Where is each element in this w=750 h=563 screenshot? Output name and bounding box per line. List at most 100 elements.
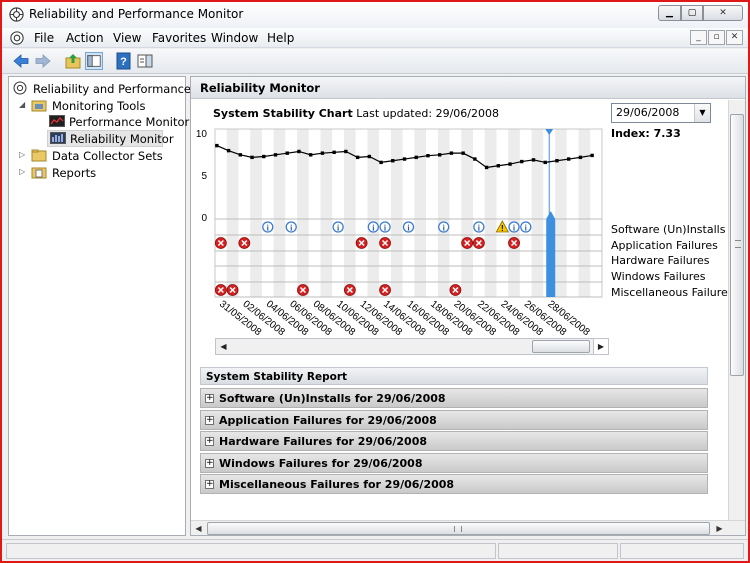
tree-label: Reliability and Performance — [33, 82, 192, 96]
expand-plus-icon[interactable]: + — [205, 480, 214, 489]
perfmon-menu-icon[interactable] — [10, 31, 24, 45]
day-column — [508, 129, 520, 297]
menu-window[interactable]: Window — [211, 31, 258, 45]
expand-plus-icon[interactable]: + — [205, 437, 214, 446]
report-row-label: Miscellaneous Failures for 29/06/2008 — [219, 478, 455, 491]
mdi-minimize-button[interactable]: _ — [690, 30, 707, 45]
day-column — [402, 129, 415, 297]
stability-point — [496, 164, 501, 168]
show-hide-tree-icon[interactable] — [85, 52, 103, 70]
back-arrow-icon[interactable] — [12, 52, 30, 70]
forward-arrow-icon[interactable] — [34, 52, 52, 70]
title-bar: Reliability and Performance Monitor ▁ ▢ … — [2, 2, 748, 28]
tree-item-monitoring-tools[interactable]: ◢ Monitoring Tools — [19, 98, 183, 114]
report-row-misc-failures[interactable]: + Miscellaneous Failures for 29/06/2008 — [200, 474, 708, 494]
menu-file[interactable]: File — [34, 31, 54, 45]
scroll-right-arrow-icon[interactable]: ▶ — [593, 339, 608, 354]
stability-point — [285, 151, 289, 155]
stability-report-header: System Stability Report — [200, 367, 708, 385]
scroll-left-arrow-icon[interactable]: ◀ — [216, 339, 231, 354]
status-section — [6, 543, 496, 559]
menu-favorites[interactable]: Favorites — [152, 31, 206, 45]
menu-bar: File Action View Favorites Window Help _… — [2, 28, 748, 48]
expand-plus-icon[interactable]: + — [205, 459, 214, 468]
report-row-application-failures[interactable]: + Application Failures for 29/06/2008 — [200, 410, 708, 430]
minimize-button[interactable]: ▁ — [658, 5, 681, 21]
help-icon[interactable]: ? — [115, 52, 133, 70]
stability-point — [297, 149, 301, 154]
menu-view[interactable]: View — [113, 31, 141, 45]
scroll-thumb[interactable] — [207, 522, 710, 535]
pane-horizontal-scrollbar[interactable]: ◀ ▶ — [191, 520, 745, 535]
report-row-software-installs[interactable]: + Software (Un)Installs for 29/06/2008 — [200, 388, 708, 408]
status-section — [498, 543, 618, 559]
collapsed-arrow-icon[interactable]: ▷ — [19, 168, 27, 176]
collapsed-arrow-icon[interactable]: ▷ — [19, 151, 27, 159]
day-column — [531, 129, 544, 297]
report-row-hardware-failures[interactable]: + Hardware Failures for 29/06/2008 — [200, 431, 708, 451]
stability-point — [402, 157, 407, 161]
tree-item-reports[interactable]: ▷ Reports — [19, 165, 183, 181]
y-tick-label: 10 — [196, 129, 208, 140]
stability-point — [449, 151, 454, 155]
day-column — [566, 129, 579, 297]
scroll-thumb[interactable] — [532, 340, 590, 353]
report-row-label: Application Failures for 29/06/2008 — [219, 414, 437, 427]
mdi-restore-button[interactable]: ▫ — [708, 30, 725, 45]
day-column — [226, 129, 239, 297]
day-column — [473, 129, 485, 297]
stability-index-label: Index: 7.33 — [611, 127, 681, 140]
stability-point — [379, 160, 383, 165]
y-tick-label: 0 — [201, 213, 207, 224]
tree-label: Reliability Monitor — [70, 132, 174, 146]
chart-horizontal-scrollbar[interactable]: ◀ ▶ — [215, 338, 609, 355]
tree-item-reliability-monitor[interactable]: Reliability Monitor — [47, 130, 174, 147]
menu-action[interactable]: Action — [66, 31, 104, 45]
date-select[interactable]: 29/06/2008 ▼ — [611, 103, 711, 123]
day-column — [367, 129, 380, 297]
expanded-arrow-icon[interactable]: ◢ — [19, 101, 27, 109]
pane-vertical-scrollbar[interactable] — [728, 100, 745, 520]
day-column — [261, 129, 274, 297]
maximize-button[interactable]: ▢ — [681, 5, 703, 21]
up-folder-icon[interactable] — [64, 52, 82, 70]
tree-item-performance-monitor[interactable]: Performance Monitor — [47, 114, 189, 130]
last-updated-text: Last updated: 29/06/2008 — [356, 107, 499, 120]
expand-plus-icon[interactable]: + — [205, 416, 214, 425]
scroll-left-arrow-icon[interactable]: ◀ — [191, 521, 206, 535]
close-button[interactable]: ✕ — [703, 5, 743, 21]
folder-tools-icon — [31, 100, 47, 112]
app-window: Reliability and Performance Monitor ▁ ▢ … — [0, 0, 750, 563]
day-column — [379, 129, 391, 297]
scroll-thumb[interactable] — [730, 114, 744, 376]
reliability-monitor-pane: Reliability Monitor System Stability Cha… — [190, 76, 746, 536]
properties-pane-icon[interactable] — [136, 52, 154, 70]
stability-point — [332, 150, 336, 155]
scroll-right-arrow-icon[interactable]: ▶ — [712, 521, 727, 535]
report-row-windows-failures[interactable]: + Windows Failures for 29/06/2008 — [200, 453, 708, 473]
mdi-close-button[interactable]: ✕ — [726, 30, 743, 45]
tree-label: Performance Monitor — [69, 115, 190, 129]
stability-point — [520, 159, 524, 164]
expand-plus-icon[interactable]: + — [205, 394, 214, 403]
navigation-tree: Reliability and Performance ◢ Monitoring… — [8, 76, 191, 536]
day-column — [215, 129, 227, 297]
reports-folder-icon — [31, 167, 47, 179]
stability-point — [344, 149, 348, 154]
day-column — [484, 129, 497, 297]
tree-item-root[interactable]: Reliability and Performance — [13, 81, 191, 97]
chevron-down-icon[interactable]: ▼ — [694, 104, 710, 122]
chart-title: System Stability Chart Last updated: 29/… — [213, 107, 499, 120]
category-software-installs: Software (Un)Installs — [611, 223, 726, 236]
stability-point — [484, 165, 489, 170]
status-section — [620, 543, 744, 559]
stability-point — [262, 154, 266, 159]
stability-point — [273, 153, 278, 157]
stability-chart[interactable]: 1050i i i i i i i i i! i31/05/200802/06/200804/06… — [191, 123, 611, 337]
stability-point — [250, 155, 254, 160]
tree-item-data-collector-sets[interactable]: ▷ Data Collector Sets — [19, 148, 183, 164]
report-row-label: Hardware Failures for 29/06/2008 — [219, 435, 428, 448]
menu-help[interactable]: Help — [267, 31, 294, 45]
day-column — [496, 129, 509, 297]
stability-point — [508, 162, 512, 166]
